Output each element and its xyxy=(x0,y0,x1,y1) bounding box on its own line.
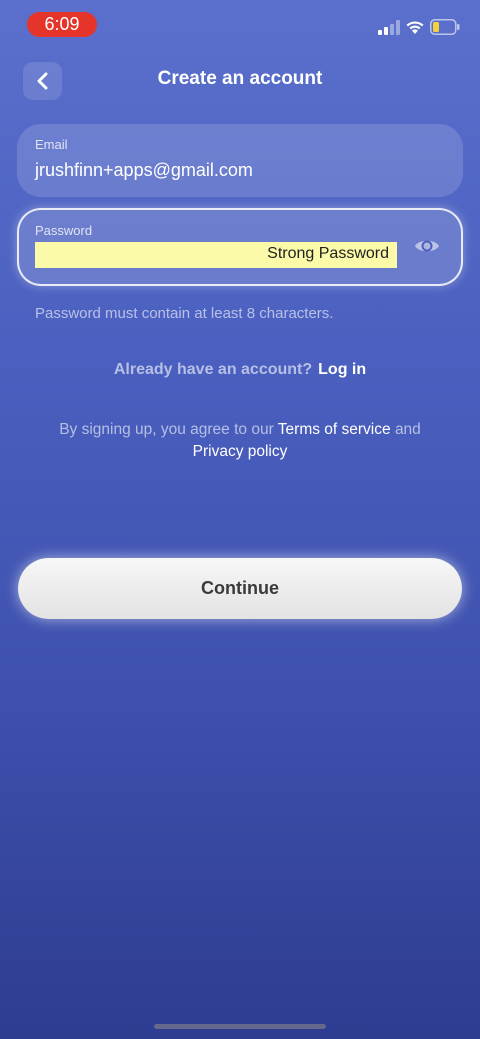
wifi-icon xyxy=(406,21,424,34)
page-title: Create an account xyxy=(157,68,323,89)
password-field[interactable]: Password Strong Password xyxy=(17,208,463,286)
email-label: Email xyxy=(35,137,68,152)
terms-of-service-link[interactable]: Terms of service xyxy=(278,421,391,438)
home-indicator xyxy=(154,1024,326,1029)
battery-icon xyxy=(430,19,460,35)
status-bar: 6:09 xyxy=(0,0,480,48)
terms-notice: By signing up, you agree to our Terms of… xyxy=(40,419,440,463)
terms-prefix: By signing up, you agree to our xyxy=(59,421,274,438)
status-time: 6:09 xyxy=(27,12,97,37)
chevron-left-icon xyxy=(37,72,47,90)
email-field[interactable]: Email jrushfinn+apps@gmail.com xyxy=(17,124,463,197)
login-prompt: Already have an account? Log in xyxy=(0,361,480,379)
signal-icon xyxy=(378,20,400,35)
privacy-policy-link[interactable]: Privacy policy xyxy=(193,443,288,460)
login-link[interactable]: Log in xyxy=(318,361,366,378)
password-hint: Password must contain at least 8 charact… xyxy=(35,305,334,322)
continue-button[interactable]: Continue xyxy=(18,558,462,619)
login-question: Already have an account? xyxy=(113,361,313,378)
terms-and: and xyxy=(394,421,421,438)
strong-password-autofill[interactable]: Strong Password xyxy=(35,242,397,268)
password-label: Password xyxy=(35,223,93,238)
email-value[interactable]: jrushfinn+apps@gmail.com xyxy=(35,160,253,181)
eye-icon[interactable] xyxy=(413,235,441,257)
strong-password-text: Strong Password xyxy=(267,245,389,262)
back-button[interactable] xyxy=(23,62,62,100)
